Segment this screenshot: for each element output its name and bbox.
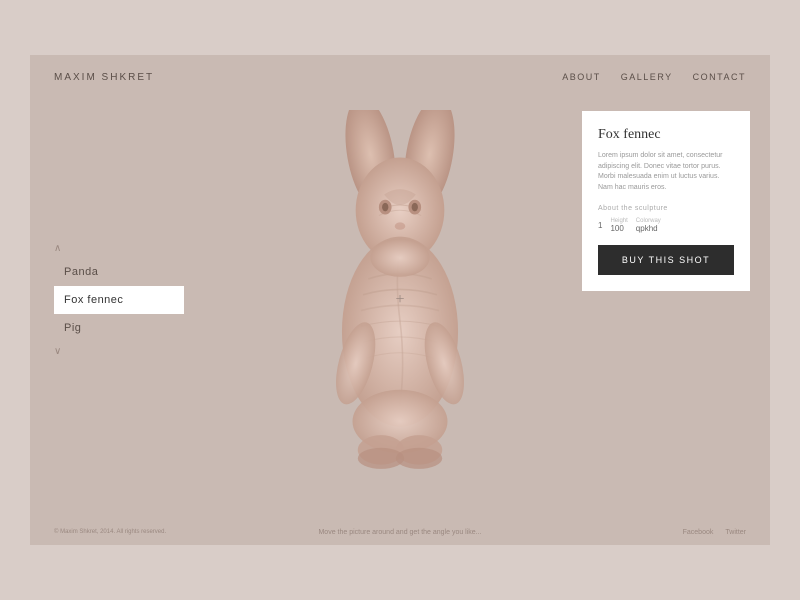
logo: MAXIM SHKRET [54,72,154,83]
list-next-arrow[interactable]: ∨ [54,342,184,361]
main-card: MAXIM SHKRET ABOUT GALLERY CONTACT [30,55,770,545]
buy-button[interactable]: BUY THIS SHOT [598,245,734,275]
nav-about[interactable]: ABOUT [562,72,601,82]
footer: © Maxim Shkret, 2014. All rights reserve… [30,519,770,545]
panel-title: Fox fennec [598,127,734,143]
detail-quantity-value: 1 [598,221,602,230]
page-wrapper: MAXIM SHKRET ABOUT GALLERY CONTACT [0,0,800,600]
panel-details-label: About the sculpture [598,205,734,212]
footer-twitter[interactable]: Twitter [725,529,746,536]
detail-height: Height 100 [610,218,627,233]
info-panel: Fox fennec Lorem ipsum dolor sit amet, c… [582,111,750,291]
footer-facebook[interactable]: Facebook [683,529,714,536]
sculpture-list: ∧ Panda Fox fennec Pig ∨ [54,239,184,361]
footer-copyright: © Maxim Shkret, 2014. All rights reserve… [54,529,166,535]
panel-description: Lorem ipsum dolor sit amet, consectetur … [598,151,734,193]
list-prev-arrow[interactable]: ∧ [54,239,184,258]
detail-height-value: 100 [610,224,627,233]
list-item-panda[interactable]: Panda [54,258,184,286]
crosshair-icon: + [392,292,408,308]
detail-quantity: 1 [598,221,602,230]
footer-social: Facebook Twitter [683,529,746,536]
list-item-fox-fennec[interactable]: Fox fennec [54,286,184,314]
list-item-pig[interactable]: Pig [54,314,184,342]
footer-hint: Move the picture around and get the angl… [318,529,481,536]
nav: ABOUT GALLERY CONTACT [562,72,746,82]
header: MAXIM SHKRET ABOUT GALLERY CONTACT [30,55,770,99]
nav-contact[interactable]: CONTACT [693,72,746,82]
nav-gallery[interactable]: GALLERY [621,72,673,82]
detail-colorway: Colorway qpkhd [636,218,661,233]
detail-colorway-value: qpkhd [636,224,661,233]
panel-details: 1 Height 100 Colorway qpkhd [598,218,734,233]
